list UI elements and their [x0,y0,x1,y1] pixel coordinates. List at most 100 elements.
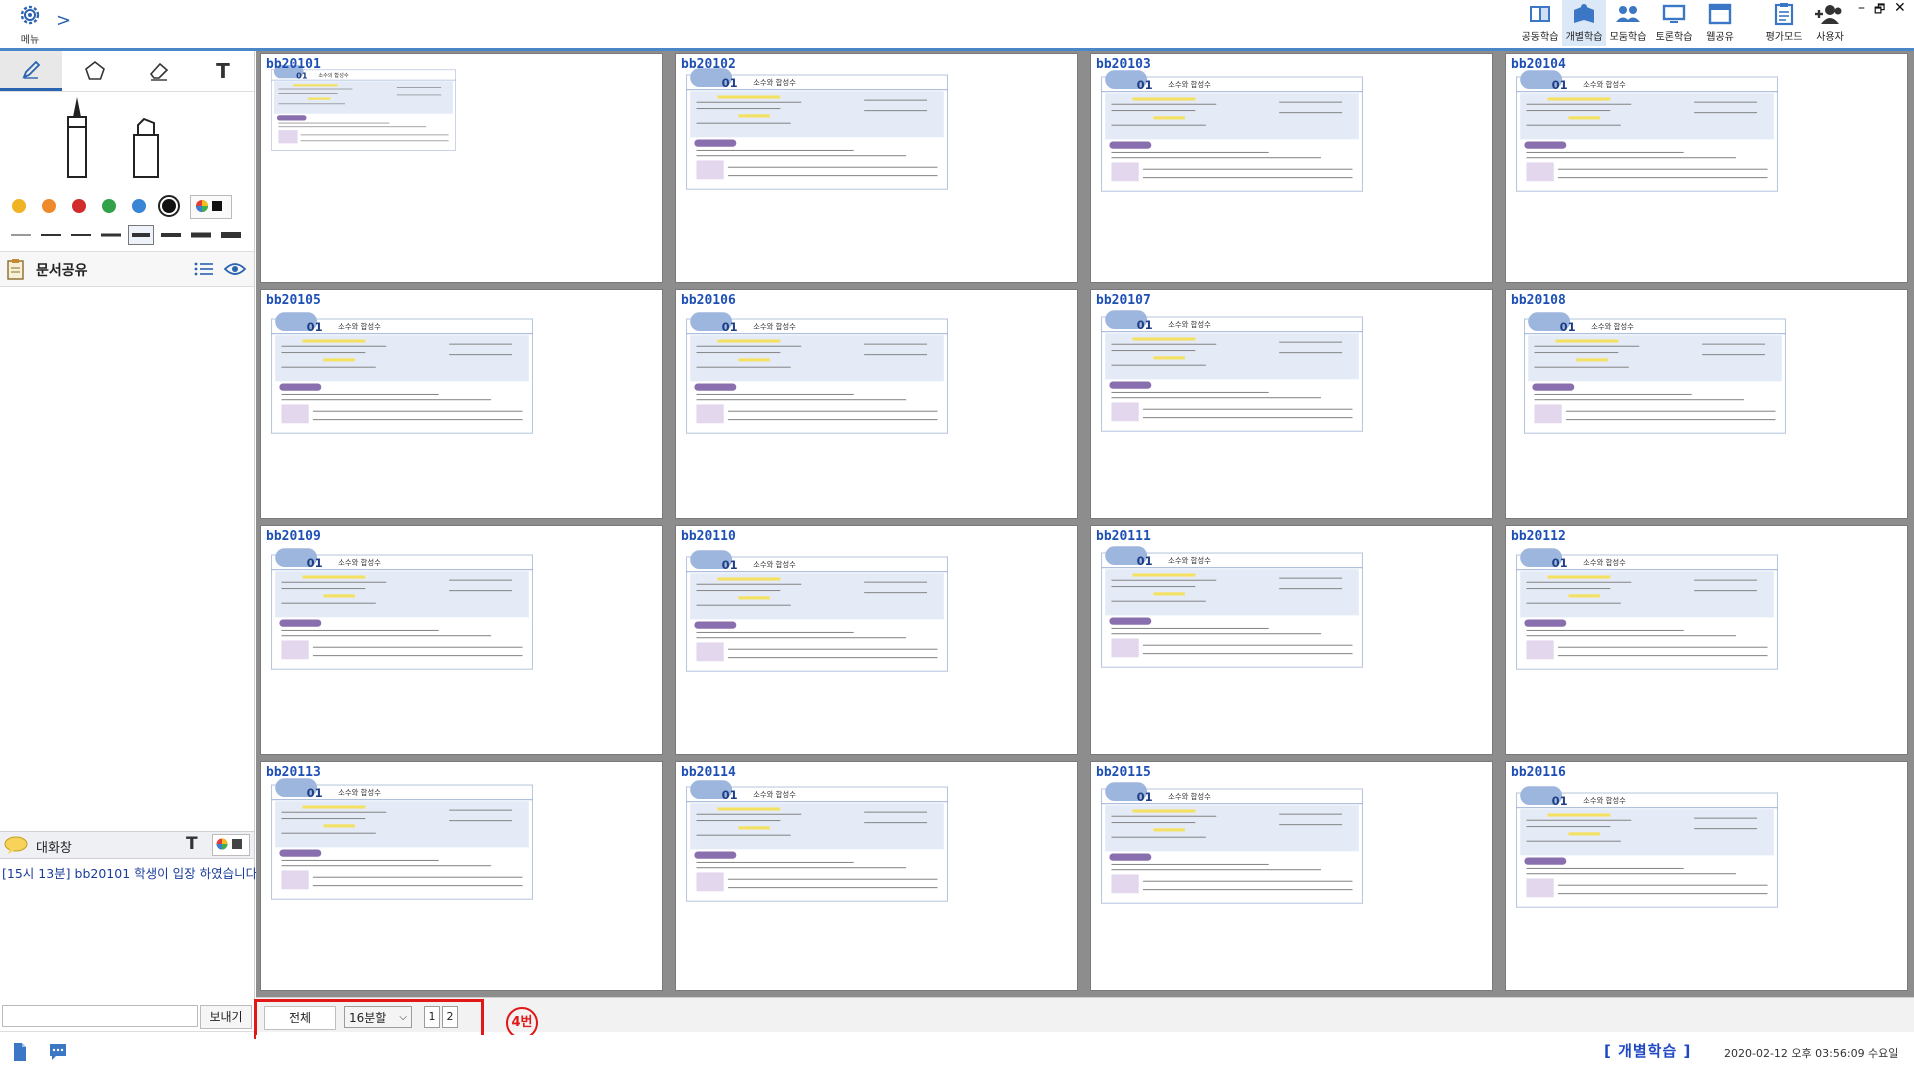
line-width-2[interactable] [38,225,64,245]
worksheet-line [300,134,449,136]
worksheet-line [1526,840,1621,842]
color-yellow[interactable] [12,199,26,213]
web-window-icon [1708,3,1732,25]
student-id-label: bb20105 [266,293,321,308]
color-blue[interactable] [132,199,146,213]
worksheet-number: 01 [306,556,323,571]
file-icon[interactable] [12,1042,28,1062]
worksheet-line [1111,869,1322,871]
expand-chevron-icon[interactable]: > [56,10,71,31]
student-screen-bb20102[interactable]: bb20102 01 소수와 합성수 [675,53,1078,283]
text-tool[interactable]: T [192,51,254,91]
eye-icon[interactable] [224,261,246,277]
worksheet-highlight [738,114,770,118]
worksheet-highlight [738,596,770,600]
student-screen-bb20116[interactable]: bb20116 01 소수와 합성수 [1505,761,1908,991]
worksheet-title: 소수와 합성수 [753,322,796,332]
student-screen-bb20103[interactable]: bb20103 01 소수와 합성수 [1090,53,1493,283]
worksheet-highlight [308,97,331,100]
shape-tool[interactable] [64,51,126,91]
mode-label-individual: 개별학습 [1565,32,1603,43]
student-screen-bb20115[interactable]: bb20115 01 소수와 합성수 [1090,761,1493,991]
worksheet-line [449,590,513,592]
menu-button[interactable]: 메뉴 [12,2,48,46]
student-screen-bb20111[interactable]: bb20111 01 소수와 합성수 [1090,525,1493,755]
close-icon[interactable]: ✕ [1894,0,1906,16]
worksheet-line [696,366,791,368]
worksheet-thumbnail: 01 소수와 합성수 [1516,544,1778,670]
student-screen-bb20108[interactable]: bb20108 01 소수와 합성수 [1505,289,1908,519]
custom-color-button[interactable] [190,195,232,219]
line-width-8[interactable] [218,225,244,245]
line-width-6[interactable] [158,225,184,245]
student-screen-bb20107[interactable]: bb20107 01 소수와 합성수 [1090,289,1493,519]
list-icon[interactable] [194,261,214,277]
worksheet-line [1694,817,1758,819]
fine-pen-icon[interactable] [62,95,92,179]
student-screen-bb20109[interactable]: bb20109 01 소수와 합성수 [260,525,663,755]
worksheet-number: 01 [721,76,738,91]
show-all-button[interactable]: 전체 [264,1006,336,1030]
worksheet-line [696,352,781,354]
color-green[interactable] [102,199,116,213]
worksheet-line [449,343,513,345]
chat-color-button[interactable] [212,834,250,856]
student-screen-bb20110[interactable]: bb20110 01 소수와 합성수 [675,525,1078,755]
mode-button-discussion[interactable]: 토론학습 [1652,0,1696,46]
student-screen-bb20112[interactable]: bb20112 01 소수와 합성수 [1505,525,1908,755]
worksheet-highlight [1547,97,1611,101]
page-button-1[interactable]: 1 [424,1006,440,1028]
color-wheel-icon [196,200,222,212]
worksheet-table-label [1534,404,1562,424]
send-button[interactable]: 보내기 [200,1005,252,1029]
mode-button-group[interactable]: 모둠학습 [1606,0,1650,46]
student-id-label: bb20106 [681,293,736,308]
color-red[interactable] [72,199,86,213]
line-width-5[interactable] [128,225,154,245]
eraser-tool[interactable] [128,51,190,91]
student-screen-bb20113[interactable]: bb20113 01 소수와 합성수 [260,761,663,991]
line-width-1[interactable] [8,225,34,245]
user-label: 사용자 [1816,32,1844,43]
split-select[interactable]: 16분할 ⌵ [344,1006,412,1028]
page-button-2[interactable]: 2 [442,1006,458,1028]
worksheet-line [864,592,928,594]
pencil-tool[interactable] [0,51,62,91]
user-button[interactable]: 사용자 [1808,0,1852,46]
worksheet-section-pill [694,621,737,629]
restore-icon[interactable]: 🗗 [1874,0,1885,21]
color-orange[interactable] [42,199,56,213]
color-black[interactable] [158,195,180,217]
minimize-icon[interactable]: – [1858,0,1865,16]
mode-button-evaluation[interactable]: 평가모드 [1762,0,1806,46]
message-icon[interactable] [48,1042,68,1062]
worksheet-line [312,410,523,412]
worksheet-thumbnail: 01 소수와 합성수 [1516,66,1778,192]
worksheet-line [312,876,523,878]
student-screen-bb20105[interactable]: bb20105 01 소수와 합성수 [260,289,663,519]
worksheet-line [1694,101,1758,103]
line-width-4[interactable] [98,225,124,245]
worksheet-line [312,885,523,887]
worksheet-line [1111,579,1217,581]
line-width-7[interactable] [188,225,214,245]
worksheet-line [1142,889,1353,891]
worksheet-table-label [1111,402,1139,422]
worksheet-line [1111,633,1322,635]
chat-text-style-icon[interactable]: T [186,834,198,854]
line-width-3[interactable] [68,225,94,245]
highlighter-icon[interactable] [128,117,164,179]
mode-button-web-share[interactable]: 웹공유 [1698,0,1742,46]
worksheet-highlight [1555,339,1619,343]
student-screen-bb20104[interactable]: bb20104 01 소수와 합성수 [1505,53,1908,283]
worksheet-number: 01 [721,558,738,573]
student-screen-bb20106[interactable]: bb20106 01 소수와 합성수 [675,289,1078,519]
worksheet-line [696,637,907,639]
worksheet-title: 소수와 합성수 [1591,322,1634,332]
student-screen-bb20101[interactable]: bb20101 01 소수의 합성수 [260,53,663,283]
worksheet-table-label [1111,874,1139,894]
student-screen-bb20114[interactable]: bb20114 01 소수와 합성수 [675,761,1078,991]
chat-input[interactable] [2,1005,198,1027]
mode-button-individual[interactable]: 개별학습 [1562,0,1606,46]
mode-button-shared[interactable]: 공동학습 [1518,0,1562,46]
